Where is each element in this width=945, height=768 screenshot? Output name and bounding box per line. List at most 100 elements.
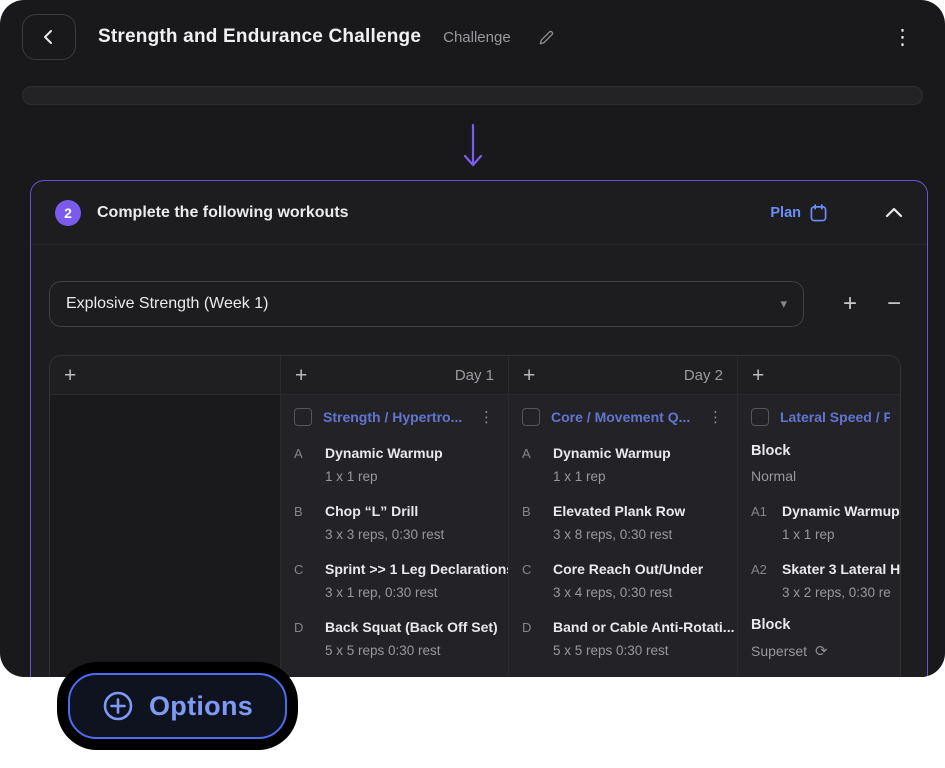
program-row: Explosive Strength (Week 1) ▾ + − (49, 281, 909, 327)
app-window: Strength and Endurance Challenge Challen… (0, 0, 945, 677)
workout-title-row: Strength / Hypertro... ⋮ (294, 408, 498, 426)
workout-menu-icon[interactable]: ⋮ (704, 408, 727, 426)
app-header: Strength and Endurance Challenge Challen… (0, 0, 945, 62)
workout-card: Lateral Speed / Ply Block Normal A1 (738, 395, 900, 660)
workout-checkbox[interactable] (522, 408, 540, 426)
exercise-letter: D (294, 619, 325, 658)
exercise-row[interactable]: D Band or Cable Anti-Rotati... 5 x 5 rep… (522, 619, 727, 658)
exercise-detail: 1 x 1 rep (553, 469, 671, 484)
exercise-name: Back Squat (Back Off Set) (325, 619, 498, 635)
options-button[interactable]: Options (68, 673, 287, 739)
superset-cycle-icon: ⟳ (815, 642, 828, 660)
add-workout-button[interactable]: + (523, 365, 535, 386)
program-select[interactable]: Explosive Strength (Week 1) ▾ (49, 281, 804, 327)
day-label: Day 2 (684, 367, 723, 384)
board-header-cell: + (50, 356, 281, 394)
back-button[interactable] (22, 14, 76, 60)
board-header-cell: + Day 1 (281, 356, 509, 394)
board-header-row: + + Day 1 + Day 2 + (50, 356, 900, 395)
flow-down-arrow-icon (0, 118, 945, 174)
workout-title[interactable]: Strength / Hypertro... (323, 409, 462, 425)
workout-title[interactable]: Lateral Speed / Ply (780, 409, 890, 425)
options-label: Options (149, 691, 253, 722)
workout-title-row: Lateral Speed / Ply (751, 408, 890, 426)
step-title: Complete the following workouts (97, 204, 349, 222)
chevron-left-icon (39, 27, 59, 47)
workout-menu-icon[interactable]: ⋮ (475, 408, 498, 426)
workout-title-row: Core / Movement Q... ⋮ (522, 408, 727, 426)
exercise-row[interactable]: D Back Squat (Back Off Set) 5 x 5 reps 0… (294, 619, 498, 658)
exercise-detail: 3 x 1 rep, 0:30 rest (325, 585, 509, 600)
exercise-letter: A (522, 445, 553, 484)
exercise-detail: 3 x 3 reps, 0:30 rest (325, 527, 444, 542)
exercise-name: Skater 3 Lateral Ho (782, 561, 900, 577)
exercise-letter: C (522, 561, 553, 600)
exercise-name: Dynamic Warmup (553, 445, 671, 461)
exercise-row[interactable]: A1 Dynamic Warmup 1 x 1 rep (751, 503, 890, 542)
exercise-name: Band or Cable Anti-Rotati... (553, 619, 734, 635)
add-week-button[interactable]: + (843, 292, 857, 316)
exercise-row[interactable]: A2 Skater 3 Lateral Ho 3 x 2 reps, 0:30 … (751, 561, 890, 600)
workout-title[interactable]: Core / Movement Q... (551, 409, 690, 425)
step-number-badge: 2 (55, 200, 81, 226)
edit-pencil-icon[interactable] (537, 28, 556, 47)
board-body-row: Strength / Hypertro... ⋮ A Dynamic Warmu… (50, 395, 900, 677)
block-label: Block (751, 443, 890, 459)
block-type: Normal (751, 468, 890, 484)
week-actions: + − (843, 292, 909, 316)
board-header-cell: + Day 2 (509, 356, 738, 394)
exercise-row[interactable]: C Sprint >> 1 Leg Declarations 3 x 1 rep… (294, 561, 498, 600)
add-workout-button[interactable]: + (64, 365, 76, 386)
block-type-label: Normal (751, 468, 796, 484)
exercise-letter: C (294, 561, 325, 600)
calendar-icon (810, 204, 827, 222)
block-type-label: Superset (751, 643, 807, 659)
exercise-letter: B (522, 503, 553, 542)
block-type: Superset ⟳ (751, 642, 890, 660)
workout-card: Strength / Hypertro... ⋮ A Dynamic Warmu… (281, 395, 508, 658)
chevron-up-icon (885, 207, 903, 219)
program-select-value: Explosive Strength (Week 1) (66, 295, 268, 313)
step-2-header: 2 Complete the following workouts Plan (31, 181, 927, 245)
exercise-letter: A1 (751, 503, 782, 542)
kebab-menu-icon[interactable]: ⋮ (886, 23, 919, 52)
exercise-letter: D (522, 619, 553, 658)
exercise-detail: 1 x 1 rep (325, 469, 443, 484)
exercise-name: Chop “L” Drill (325, 503, 444, 519)
workout-checkbox[interactable] (751, 408, 769, 426)
exercise-detail: 5 x 5 reps 0:30 rest (325, 643, 498, 658)
exercise-row[interactable]: B Chop “L” Drill 3 x 3 reps, 0:30 rest (294, 503, 498, 542)
add-workout-button[interactable]: + (295, 365, 307, 386)
add-workout-button[interactable]: + (752, 365, 764, 386)
exercise-name: Core Reach Out/Under (553, 561, 703, 577)
day-label: Day 1 (455, 367, 494, 384)
step-2-card: 2 Complete the following workouts Plan (30, 180, 928, 677)
exercise-name: Elevated Plank Row (553, 503, 685, 519)
workout-card: Core / Movement Q... ⋮ A Dynamic Warmup … (509, 395, 737, 658)
screenshot-stage: Strength and Endurance Challenge Challen… (0, 0, 945, 768)
exercise-detail: 3 x 8 reps, 0:30 rest (553, 527, 685, 542)
exercise-row[interactable]: B Elevated Plank Row 3 x 8 reps, 0:30 re… (522, 503, 727, 542)
board-header-cell: + (738, 356, 900, 394)
board-cell-day-1: Strength / Hypertro... ⋮ A Dynamic Warmu… (281, 395, 509, 677)
step-2-body: Explosive Strength (Week 1) ▾ + − + (31, 245, 927, 677)
circled-plus-icon (102, 690, 134, 722)
exercise-row[interactable]: A Dynamic Warmup 1 x 1 rep (294, 445, 498, 484)
collapse-section-button[interactable] (885, 207, 903, 219)
exercise-name: Dynamic Warmup (782, 503, 900, 519)
block-label: Block (751, 617, 890, 633)
block-row: Block Superset ⟳ (751, 617, 890, 660)
challenge-type-label: Challenge (443, 29, 511, 46)
plan-link[interactable]: Plan (770, 204, 827, 222)
remove-week-button[interactable]: − (887, 292, 901, 316)
workout-board: + + Day 1 + Day 2 + (49, 355, 901, 677)
exercise-letter: A (294, 445, 325, 484)
exercise-row[interactable]: A Dynamic Warmup 1 x 1 rep (522, 445, 727, 484)
exercise-row[interactable]: C Core Reach Out/Under 3 x 4 reps, 0:30 … (522, 561, 727, 600)
options-highlight-outline: Options (57, 662, 298, 750)
collapsed-step-card[interactable] (22, 86, 923, 105)
workout-checkbox[interactable] (294, 408, 312, 426)
chevron-down-icon: ▾ (780, 296, 787, 312)
board-cell-day-3: Lateral Speed / Ply Block Normal A1 (738, 395, 900, 677)
exercise-detail: 3 x 2 reps, 0:30 re (782, 585, 900, 600)
